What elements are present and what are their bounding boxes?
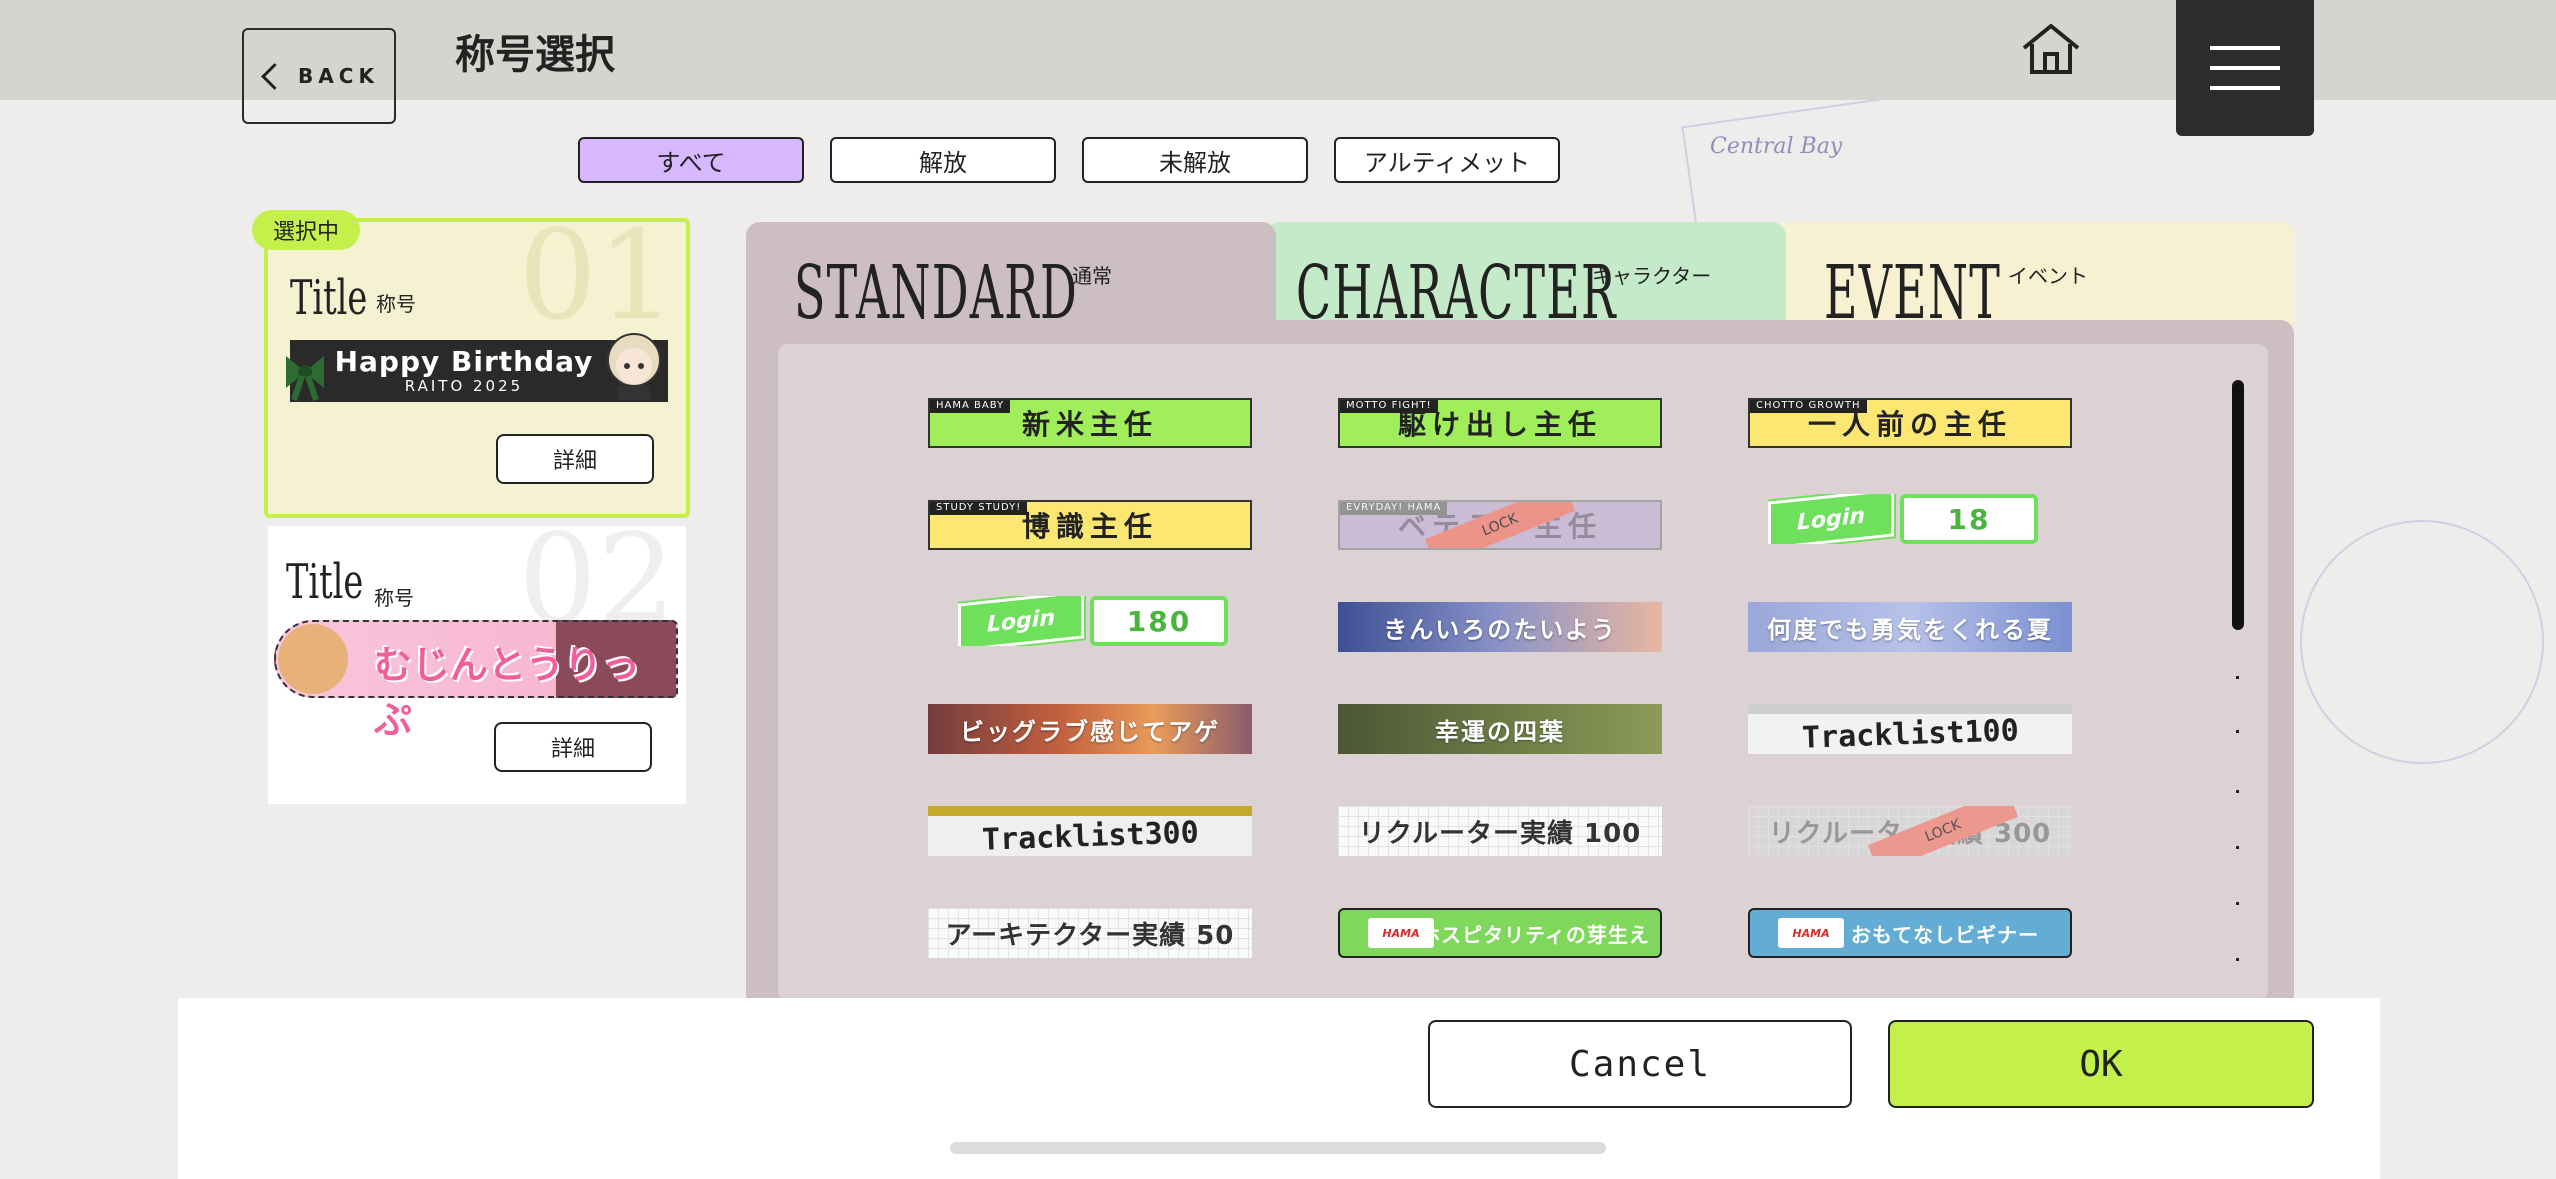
filter-ultimate[interactable]: アルティメット (1334, 137, 1560, 183)
hamburger-icon (2210, 46, 2280, 50)
hama-logo: HAMA (1368, 918, 1434, 948)
title-plate-login[interactable]: Login 18 (1768, 494, 2092, 544)
title-plate[interactable]: CHOTTO GROWTH 一人前の主任 (1748, 398, 2072, 448)
title-slot-01[interactable]: 01 Title 称号 Happy Birthday RAITO 2025 詳細 (264, 214, 690, 518)
scroll-dot (2236, 790, 2239, 793)
background-map-line (2300, 520, 2544, 764)
plate-text: リクルーター実績 100 (1358, 818, 1642, 849)
scrollbar-thumb[interactable] (2232, 380, 2244, 630)
plate-main-text: Happy Birthday (334, 345, 594, 379)
title-plate-login[interactable]: Login 180 (958, 596, 1282, 646)
filter-all[interactable]: すべて (578, 137, 804, 183)
title-plate-locked[interactable]: リクルーター実績 300 LOCK (1748, 806, 2072, 856)
login-badge: Login (958, 596, 1084, 646)
detail-button[interactable]: 詳細 (496, 434, 654, 484)
title-slot-02[interactable]: 02 Title 称号 むじんとうりっぷ 詳細 (268, 518, 686, 804)
login-count: 180 (1090, 596, 1228, 646)
hama-logo: HAMA (1778, 918, 1844, 948)
background-map-label: Central Bay (1710, 134, 1843, 159)
title-plate[interactable]: 幸運の四葉 (1338, 704, 1662, 754)
plate-text: 博識主任 (1021, 510, 1158, 543)
plate-tag: HAMA BABY (930, 400, 1011, 413)
title-plate[interactable]: HAMA おもてなしビギナー (1748, 908, 2072, 958)
title-plate[interactable]: 何度でも勇気をくれる夏 (1748, 602, 2072, 652)
tab-sublabel: 通常 (1072, 264, 1112, 288)
slot-number: 01 (518, 204, 676, 348)
title-plate[interactable]: HAMA ホスピタリティの芽生え (1338, 908, 1662, 958)
title-grid-container: HAMA BABY 新米主任 MOTTO FIGHT! 駆け出し主任 CHOTT… (778, 344, 2268, 1000)
ok-button[interactable]: OK (1888, 1020, 2314, 1108)
title-plate[interactable]: リクルーター実績 100 (1338, 806, 1662, 856)
plate-text: 新米主任 (1021, 408, 1158, 441)
hamburger-icon (2210, 86, 2280, 90)
title-plate[interactable]: きんいろのたいよう (1338, 602, 1662, 652)
page-title: 称号選択 (455, 32, 615, 78)
scroll-dot (2236, 846, 2239, 849)
plate-sub-text: RAITO 2025 (404, 376, 524, 395)
plate-text: きんいろのたいよう (1383, 615, 1617, 644)
slot-title: Title (290, 270, 368, 326)
login-count: 18 (1900, 494, 2038, 544)
tab-sublabel: キャラクター (1592, 264, 1712, 288)
ribbon-bow-icon (286, 356, 324, 401)
title-plate[interactable]: Tracklist100 (1748, 704, 2072, 754)
plate-text: Tracklist100 (1801, 712, 2019, 754)
detail-button[interactable]: 詳細 (494, 722, 652, 772)
title-plate[interactable]: アーキテクター実績 50 (928, 908, 1252, 958)
chevron-left-icon (261, 62, 288, 90)
tab-sublabel: イベント (2008, 264, 2088, 288)
slot-title-sub: 称号 (374, 586, 414, 610)
plate-text: Tracklist300 (981, 814, 1199, 856)
plate-tag: EVRYDAY! HAMA (1340, 502, 1448, 515)
title-plate[interactable]: Tracklist300 (928, 806, 1252, 856)
slot-title-sub: 称号 (376, 292, 416, 316)
filter-unlocked[interactable]: 解放 (830, 137, 1056, 183)
home-indicator[interactable] (950, 1142, 1606, 1154)
scroll-dot (2236, 730, 2239, 733)
title-plate[interactable]: HAMA BABY 新米主任 (928, 398, 1252, 448)
filter-locked[interactable]: 未解放 (1082, 137, 1308, 183)
menu-button[interactable] (2176, 0, 2314, 136)
plate-tag: MOTTO FIGHT! (1340, 400, 1438, 413)
plate-text: ビッグラブ感じてアゲ (960, 717, 1220, 746)
back-label: BACK (298, 64, 379, 88)
plate-tag: STUDY STUDY! (930, 502, 1028, 515)
plate-text: ホスピタリティの芽生え (1420, 922, 1650, 947)
title-plate-locked[interactable]: EVRYDAY! HAMA ベテラン主任 LOCK (1338, 500, 1662, 550)
back-button[interactable]: BACK (242, 28, 396, 124)
scroll-dot (2236, 958, 2239, 961)
character-avatar-icon (607, 333, 661, 400)
plate-text: 幸運の四葉 (1435, 717, 1565, 746)
title-plate[interactable]: MOTTO FIGHT! 駆け出し主任 (1338, 398, 1662, 448)
filter-bar: すべて 解放 未解放 アルティメット (578, 137, 1560, 183)
title-plate[interactable]: STUDY STUDY! 博識主任 (928, 500, 1252, 550)
cancel-button[interactable]: Cancel (1428, 1020, 1852, 1108)
hamburger-icon (2210, 66, 2280, 70)
plate-text: アーキテクター実績 50 (945, 920, 1235, 951)
title-list-panel: HAMA BABY 新米主任 MOTTO FIGHT! 駆け出し主任 CHOTT… (746, 320, 2294, 1000)
character-avatar-icon (278, 624, 348, 694)
equipped-title-plate: Happy Birthday RAITO 2025 (286, 333, 668, 402)
plate-text: おもてなしビギナー (1850, 922, 2040, 947)
scroll-dot (2236, 902, 2239, 905)
home-icon[interactable] (2020, 22, 2082, 76)
equipped-title-plate: むじんとうりっぷ (274, 620, 678, 742)
login-badge: Login (1768, 494, 1894, 544)
slot-title: Title (286, 554, 364, 610)
plate-text: 何度でも勇気をくれる夏 (1767, 615, 2053, 644)
scroll-dot (2236, 676, 2239, 679)
scrollbar[interactable] (2232, 380, 2244, 961)
plate-tag: CHOTTO GROWTH (1750, 400, 1867, 413)
selected-badge: 選択中 (252, 210, 360, 250)
title-plate[interactable]: ビッグラブ感じてアゲ (928, 704, 1252, 754)
